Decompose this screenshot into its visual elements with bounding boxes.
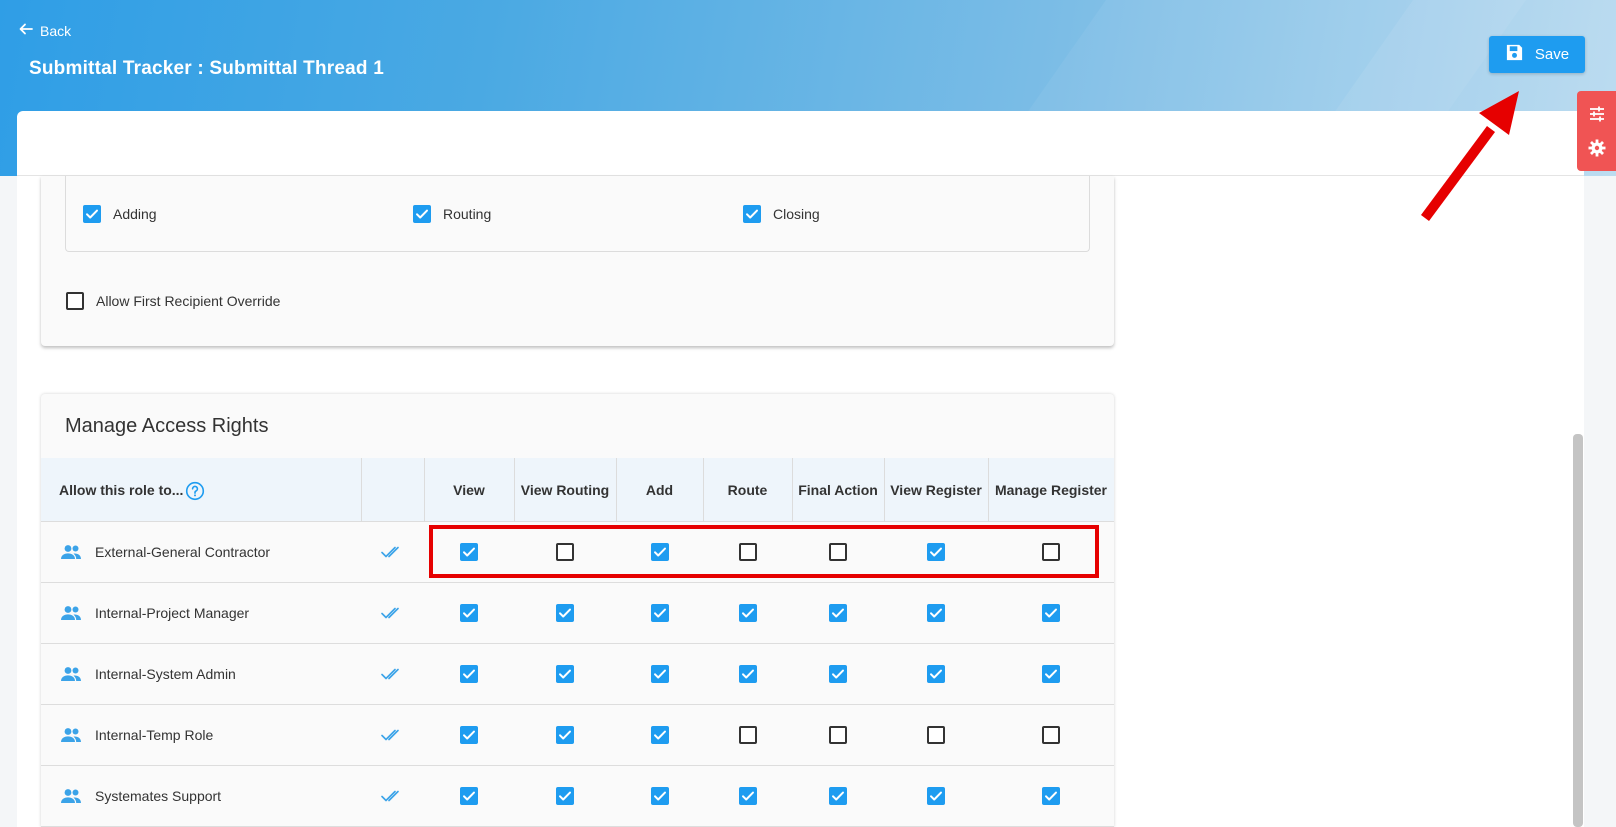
permission-checkbox[interactable] xyxy=(1042,665,1060,683)
back-link[interactable]: Back xyxy=(18,21,71,40)
users-icon xyxy=(59,784,83,808)
permission-checkbox[interactable] xyxy=(460,665,478,683)
access-rights-title: Manage Access Rights xyxy=(65,415,269,437)
permission-checkbox[interactable] xyxy=(651,787,669,805)
gear-icon[interactable] xyxy=(1587,138,1607,158)
save-button[interactable]: Save xyxy=(1489,36,1585,73)
permission-checkbox[interactable] xyxy=(651,726,669,744)
permission-checkbox[interactable] xyxy=(927,787,945,805)
permission-checkbox[interactable] xyxy=(1042,604,1060,622)
users-icon xyxy=(59,662,83,686)
column-header: Manage Register xyxy=(994,482,1108,498)
notification-options-group xyxy=(65,176,1090,252)
permission-checkbox[interactable] xyxy=(556,665,574,683)
page-title: Submittal Tracker : Submittal Thread 1 xyxy=(29,58,384,79)
role-name: External-General Contractor xyxy=(95,544,271,560)
side-toolbar xyxy=(1577,91,1616,171)
checkbox-closing[interactable] xyxy=(743,205,761,223)
users-icon xyxy=(59,540,83,564)
permission-checkbox[interactable] xyxy=(460,726,478,744)
save-label: Save xyxy=(1534,46,1570,63)
role-name: Internal-System Admin xyxy=(95,666,236,682)
users-icon xyxy=(59,601,83,625)
permission-checkbox[interactable] xyxy=(739,787,757,805)
highlight-box xyxy=(429,525,1099,578)
checkbox-routing[interactable] xyxy=(413,205,431,223)
override-label: Allow First Recipient Override xyxy=(96,293,281,309)
column-header: View Routing xyxy=(520,482,610,498)
double-check-icon[interactable] xyxy=(380,662,404,686)
permission-checkbox[interactable] xyxy=(829,726,847,744)
permission-checkbox[interactable] xyxy=(829,665,847,683)
floppy-disk-icon xyxy=(1505,43,1524,66)
permission-checkbox[interactable] xyxy=(739,726,757,744)
option-label: Closing xyxy=(773,206,820,222)
double-check-icon[interactable] xyxy=(380,601,404,625)
option-label: Adding xyxy=(113,206,157,222)
role-name: Systemates Support xyxy=(95,788,222,804)
permission-checkbox[interactable] xyxy=(651,665,669,683)
permission-checkbox[interactable] xyxy=(556,787,574,805)
permission-checkbox[interactable] xyxy=(556,604,574,622)
permission-checkbox[interactable] xyxy=(927,726,945,744)
checkbox-adding[interactable] xyxy=(83,205,101,223)
permission-checkbox[interactable] xyxy=(927,665,945,683)
permission-checkbox[interactable] xyxy=(739,665,757,683)
help-circle-icon[interactable] xyxy=(185,481,205,501)
option-label: Routing xyxy=(443,206,492,222)
permission-checkbox[interactable] xyxy=(651,604,669,622)
permission-checkbox[interactable] xyxy=(1042,726,1060,744)
arrow-left-icon xyxy=(18,21,34,40)
column-header: Add xyxy=(645,482,674,498)
column-header: View xyxy=(453,482,485,498)
column-header: Final Action xyxy=(798,482,878,498)
header-allow-label: Allow this role to... xyxy=(59,482,184,498)
permission-checkbox[interactable] xyxy=(556,726,574,744)
column-header: View Register xyxy=(890,482,982,498)
users-icon xyxy=(59,723,83,747)
column-header: Route xyxy=(727,482,768,498)
checkbox-first-recipient-override[interactable] xyxy=(66,292,84,310)
column-separator xyxy=(361,458,362,522)
permission-checkbox[interactable] xyxy=(927,604,945,622)
back-label: Back xyxy=(40,22,72,39)
permission-checkbox[interactable] xyxy=(739,604,757,622)
role-name: Internal-Temp Role xyxy=(95,727,214,743)
permission-checkbox[interactable] xyxy=(460,604,478,622)
permission-checkbox[interactable] xyxy=(829,604,847,622)
sliders-icon[interactable] xyxy=(1587,104,1607,124)
double-check-icon[interactable] xyxy=(380,784,404,808)
permission-checkbox[interactable] xyxy=(829,787,847,805)
double-check-icon[interactable] xyxy=(380,540,404,564)
double-check-icon[interactable] xyxy=(380,723,404,747)
scrollbar[interactable] xyxy=(1573,434,1583,827)
role-name: Internal-Project Manager xyxy=(95,605,250,621)
permission-checkbox[interactable] xyxy=(1042,787,1060,805)
permission-checkbox[interactable] xyxy=(460,787,478,805)
